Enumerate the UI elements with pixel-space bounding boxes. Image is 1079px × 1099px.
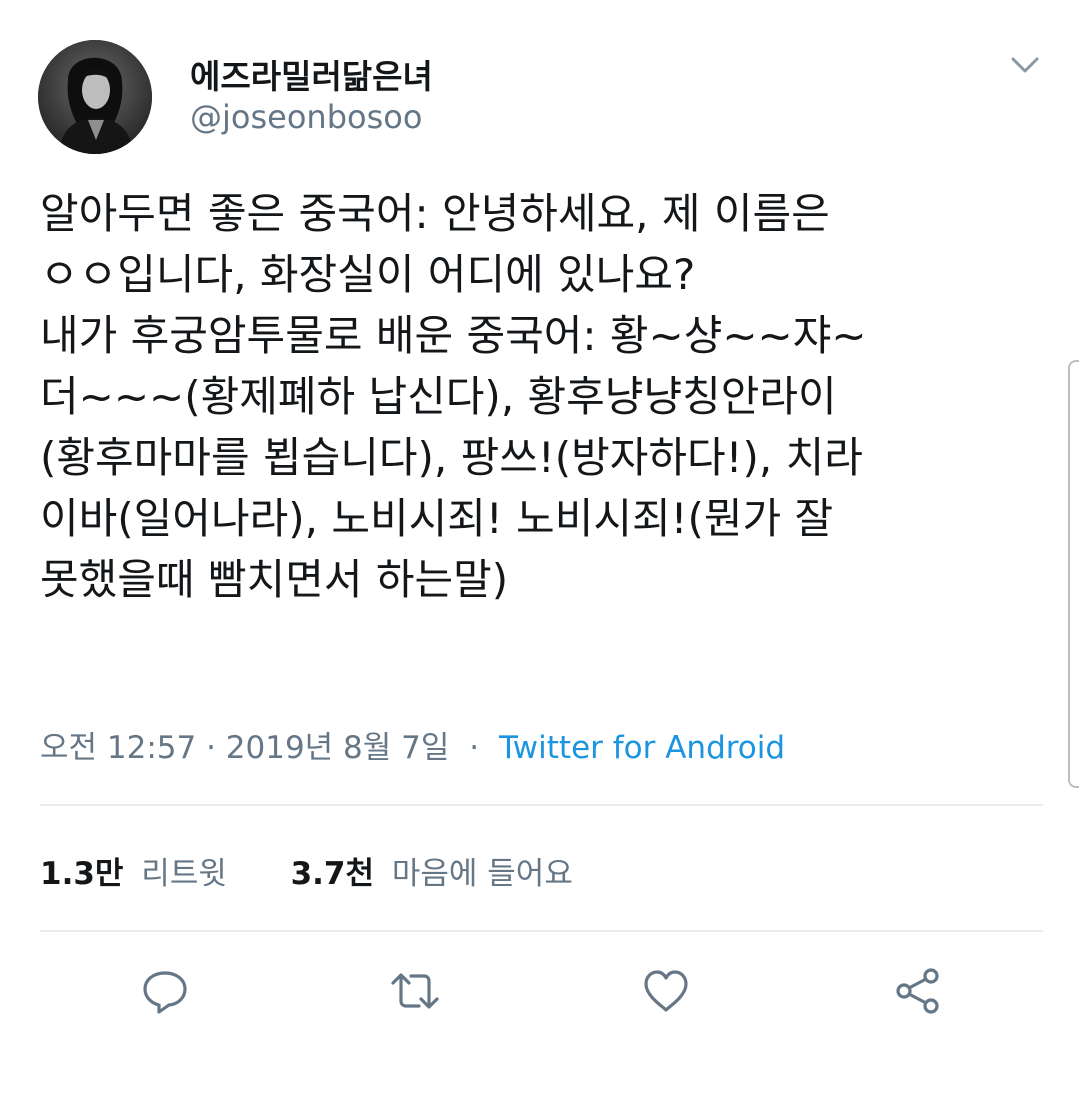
like-button[interactable]: [640, 965, 692, 1017]
divider: [40, 930, 1043, 932]
retweets-stat[interactable]: 1.3만 리트윗: [40, 856, 237, 892]
likes-label: 마음에 들어요: [391, 856, 573, 892]
retweet-icon: [391, 973, 439, 1009]
tweet-meta: 오전 12:57 · 2019년 8월 7일 · Twitter for And…: [40, 722, 785, 767]
reply-icon: [143, 971, 187, 1014]
retweets-label: 리트윗: [141, 856, 227, 892]
scrollbar[interactable]: [1068, 360, 1079, 788]
retweet-button[interactable]: [389, 965, 441, 1017]
retweets-count: 1.3만: [40, 856, 124, 892]
tweet-detail: 에즈라밀러닮은녀 @joseonbosoo 알아두면 좋은 중국어: 안녕하세요…: [0, 0, 1079, 1099]
tweet-source-link[interactable]: Twitter for Android: [499, 730, 785, 766]
likes-stat[interactable]: 3.7천 마음에 들어요: [281, 856, 573, 892]
avatar[interactable]: [38, 40, 152, 154]
share-icon: [896, 968, 939, 1014]
user-handle[interactable]: @joseonbosoo: [190, 98, 422, 136]
meta-separator: ·: [469, 730, 480, 766]
tweet-text: 알아두면 좋은 중국어: 안녕하세요, 제 이름은 ㅇㅇ입니다, 화장실이 어디…: [40, 189, 867, 604]
likes-count: 3.7천: [290, 856, 375, 892]
chevron-down-icon[interactable]: [1008, 52, 1042, 78]
display-name[interactable]: 에즈라밀러닮은녀: [190, 50, 433, 98]
tweet-timestamp[interactable]: 오전 12:57 · 2019년 8월 7일: [40, 730, 449, 766]
heart-icon: [644, 970, 688, 1012]
reply-button[interactable]: [139, 965, 191, 1017]
divider: [40, 804, 1043, 806]
tweet-stats: 1.3만 리트윗 3.7천 마음에 들어요: [40, 848, 573, 893]
share-button[interactable]: [892, 965, 944, 1017]
